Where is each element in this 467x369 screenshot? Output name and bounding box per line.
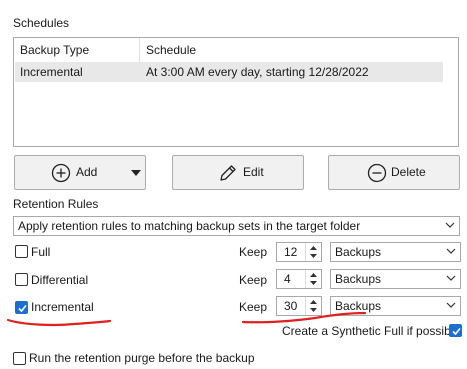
full-keep-stepper[interactable]: 12 <box>276 242 322 262</box>
add-dropdown-arrow-icon[interactable] <box>131 170 141 176</box>
retention-rules-title: Retention Rules <box>13 197 99 211</box>
synthetic-full-checkbox[interactable] <box>449 324 462 337</box>
column-header-schedule[interactable]: Schedule <box>140 38 458 62</box>
minus-circle-icon <box>367 163 387 183</box>
differential-keep-value: 4 <box>284 272 291 286</box>
chevron-down-icon <box>445 222 455 228</box>
checkmark-icon <box>18 304 27 313</box>
delete-button-label: Delete <box>391 165 426 179</box>
differential-unit-select[interactable]: Backups <box>330 269 461 289</box>
table-row[interactable]: Incremental At 3:00 AM every day, starti… <box>15 62 443 82</box>
pencil-icon <box>220 165 236 181</box>
incremental-checkbox[interactable] <box>15 301 28 314</box>
retention-mode-select[interactable]: Apply retention rules to matching backup… <box>13 216 460 236</box>
chevron-down-icon <box>446 275 456 281</box>
full-checkbox[interactable] <box>15 245 28 258</box>
incremental-label: Incremental <box>31 300 94 314</box>
stepper-down-icon[interactable] <box>306 252 321 261</box>
delete-button[interactable]: Delete <box>328 155 460 190</box>
chevron-down-icon <box>446 248 456 254</box>
edit-button[interactable]: Edit <box>172 155 304 190</box>
full-keep-value: 12 <box>284 245 298 259</box>
full-label: Full <box>31 245 51 259</box>
annotation-underline-keep-30 <box>241 311 367 324</box>
full-unit-value: Backups <box>335 245 382 259</box>
plus-circle-icon <box>51 163 71 183</box>
stepper-up-icon[interactable] <box>306 297 321 306</box>
add-button[interactable]: Add <box>14 155 146 190</box>
column-header-backup-type[interactable]: Backup Type <box>14 38 140 62</box>
schedules-title: Schedules <box>13 16 70 30</box>
differential-keep-stepper[interactable]: 4 <box>276 269 322 289</box>
edit-button-label: Edit <box>243 165 264 179</box>
stepper-up-icon[interactable] <box>306 270 321 279</box>
purge-before-label: Run the retention purge before the backu… <box>29 351 255 365</box>
cell-backup-type: Incremental <box>20 65 83 79</box>
full-unit-select[interactable]: Backups <box>330 242 461 262</box>
differential-label: Differential <box>31 273 89 287</box>
chevron-down-icon <box>446 302 456 308</box>
differential-checkbox[interactable] <box>15 273 28 286</box>
differential-keep-label: Keep <box>239 273 268 287</box>
purge-before-checkbox[interactable] <box>13 352 26 365</box>
cell-schedule: At 3:00 AM every day, starting 12/28/202… <box>146 65 369 79</box>
add-button-label: Add <box>76 165 98 179</box>
full-keep-label: Keep <box>239 245 268 259</box>
table-header: Backup Type Schedule <box>14 38 458 62</box>
synthetic-full-label: Create a Synthetic Full if possible <box>282 324 461 338</box>
checkmark-icon <box>452 327 461 336</box>
retention-mode-value: Apply retention rules to matching backup… <box>18 219 361 233</box>
differential-unit-value: Backups <box>335 272 382 286</box>
annotation-underline-incremental <box>6 318 112 327</box>
stepper-up-icon[interactable] <box>306 243 321 252</box>
schedules-table[interactable]: Backup Type Schedule Incremental At 3:00… <box>13 37 459 147</box>
stepper-down-icon[interactable] <box>306 279 321 288</box>
